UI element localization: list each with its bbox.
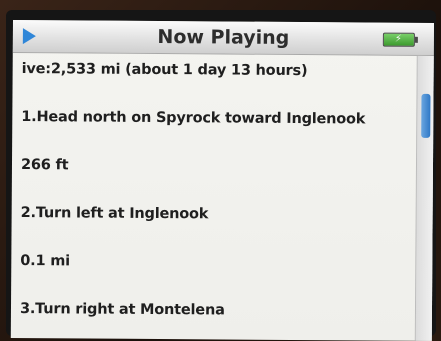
direction-line-step-2: 2.Turn left at Inglenook	[20, 205, 209, 223]
title-bar: Now Playing ⚡	[12, 20, 434, 56]
scroll-thumb[interactable]	[421, 93, 431, 138]
direction-line-distance-2: 0.1 mi	[20, 253, 70, 270]
charging-bolt-icon: ⚡	[394, 33, 402, 45]
directions-text: ive:2,533 mi (about 1 day 13 hours) 1.He…	[11, 53, 413, 341]
direction-line-step-3: 3.Turn right at Montelena	[19, 301, 225, 319]
page-title: Now Playing	[157, 26, 290, 49]
device-screen: Now Playing ⚡ ive:2,533 mi (about 1 day …	[10, 20, 434, 341]
direction-line-step-1: 1.Head north on Spyrock toward Inglenook	[21, 109, 366, 128]
scrollbar[interactable]	[414, 55, 434, 341]
direction-line-distance-1: 266 ft	[20, 157, 69, 174]
battery-icon: ⚡	[382, 32, 415, 47]
direction-line-summary: ive:2,533 mi (about 1 day 13 hours)	[21, 61, 308, 80]
